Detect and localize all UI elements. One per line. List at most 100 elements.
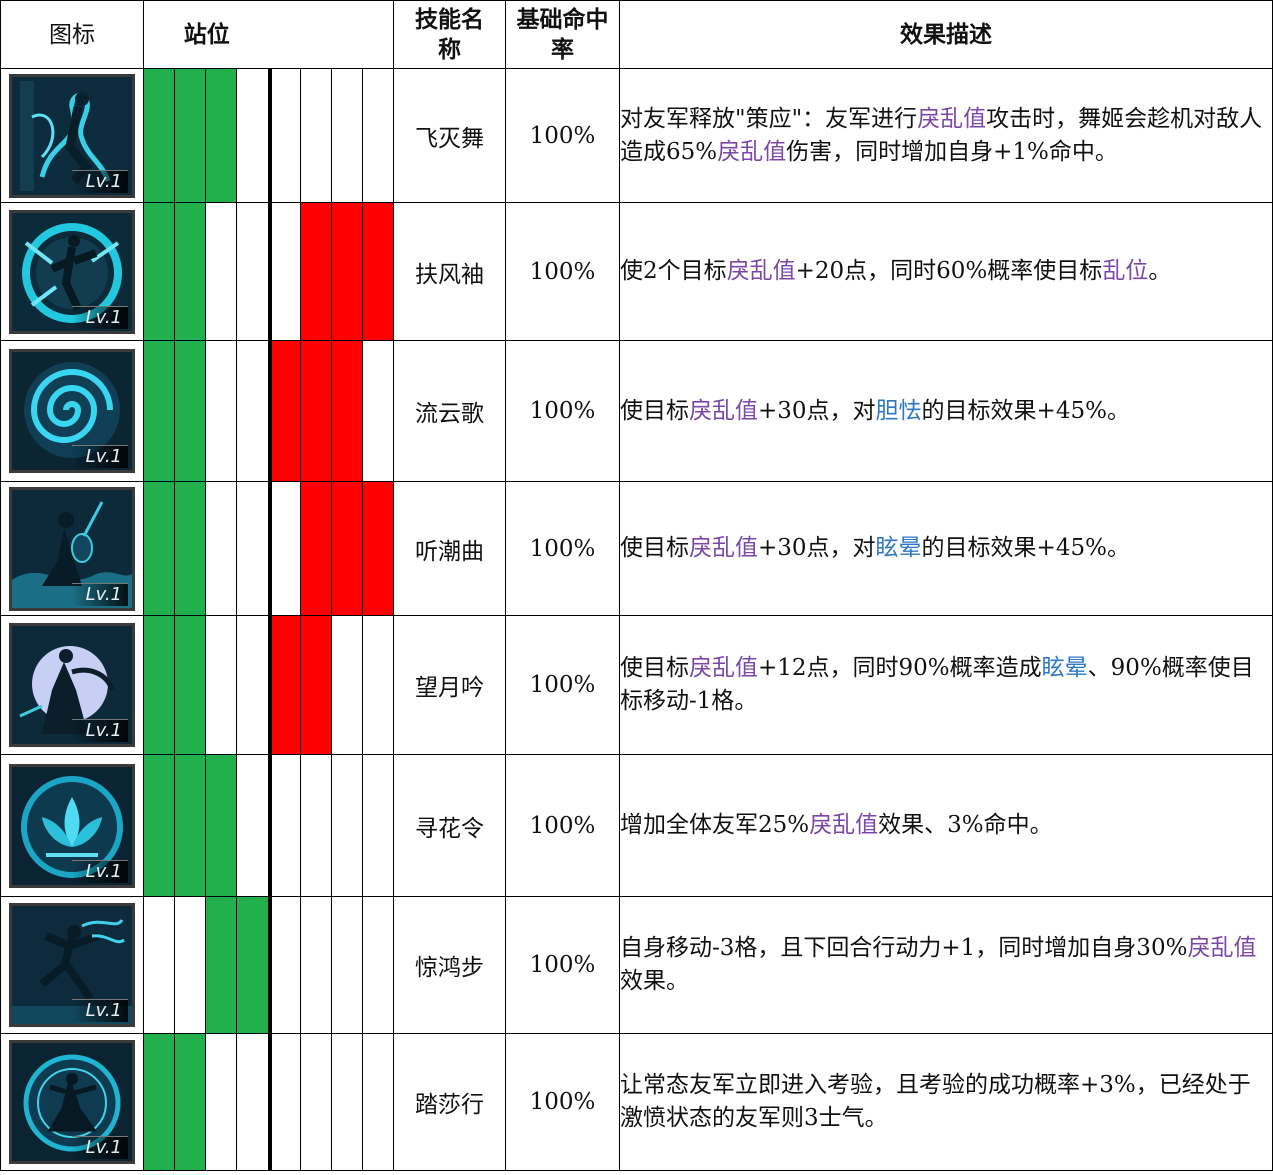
base-hit-rate: 100% xyxy=(505,615,620,755)
target-position-2 xyxy=(300,1033,332,1171)
description-text: 使2个目标 xyxy=(620,258,727,284)
level-badge: Lv.1 xyxy=(71,445,128,468)
own-position-3 xyxy=(205,68,237,203)
header-position: 站位 xyxy=(143,0,270,69)
own-position-4 xyxy=(236,340,272,482)
target-position-3 xyxy=(331,615,363,755)
status-keyword: 眩晕 xyxy=(1041,655,1088,681)
own-position-1 xyxy=(143,1033,175,1171)
target-position-2 xyxy=(300,896,332,1034)
description-text: 的目标效果+45%。 xyxy=(921,535,1130,561)
effect-description: 使2个目标戾乱值+20点，同时60%概率使目标乱位。 xyxy=(619,202,1273,341)
leaping-dancer-icon: Lv.1 xyxy=(9,903,135,1027)
status-keyword: 戾乱值 xyxy=(726,258,796,284)
own-position-4 xyxy=(236,615,272,755)
target-position-4 xyxy=(362,1033,394,1171)
base-hit-rate: 100% xyxy=(505,202,620,341)
target-position-4 xyxy=(362,754,394,897)
base-hit-rate: 100% xyxy=(505,68,620,203)
description-text: 增加全体友军25% xyxy=(620,812,810,838)
own-position-1 xyxy=(143,481,175,616)
own-position-2 xyxy=(174,896,206,1034)
circle-dancer-icon: Lv.1 xyxy=(9,1040,135,1164)
own-position-4 xyxy=(236,896,272,1034)
skill-name: 流云歌 xyxy=(393,340,506,482)
target-position-3 xyxy=(331,1033,363,1171)
skill-name: 听潮曲 xyxy=(393,481,506,616)
skill-name: 寻花令 xyxy=(393,754,506,897)
description-text: 使目标 xyxy=(620,655,689,681)
own-position-4 xyxy=(236,202,272,341)
status-keyword: 戾乱值 xyxy=(809,812,879,838)
effect-description: 让常态友军立即进入考验，且考验的成功概率+3%，已经处于激愤状态的友军则3士气。 xyxy=(619,1033,1273,1171)
skill-name: 望月吟 xyxy=(393,615,506,755)
own-position-2 xyxy=(174,615,206,755)
level-badge: Lv.1 xyxy=(71,582,128,606)
status-keyword: 乱位 xyxy=(1102,258,1149,284)
base-hit-rate: 100% xyxy=(505,896,620,1034)
skill-icon-cell: Lv.1 xyxy=(0,754,144,897)
skill-icon-cell: Lv.1 xyxy=(0,615,144,755)
header-icon: 图标 xyxy=(0,0,144,69)
target-position-3 xyxy=(331,340,363,482)
base-hit-rate: 100% xyxy=(505,754,620,897)
effect-description: 使目标戾乱值+30点，对胆怯的目标效果+45%。 xyxy=(619,340,1273,482)
target-position-4 xyxy=(362,202,394,341)
level-badge: Lv.1 xyxy=(71,169,128,193)
skill-name: 踏莎行 xyxy=(393,1033,506,1171)
description-text: 。 xyxy=(1148,258,1172,284)
target-position-2 xyxy=(300,481,332,616)
own-position-4 xyxy=(236,68,272,203)
skill-name: 飞灭舞 xyxy=(393,68,506,203)
description-text: 对友军释放"策应"：友军进行 xyxy=(620,105,918,132)
skill-name: 惊鸿步 xyxy=(393,896,506,1034)
base-hit-rate: 100% xyxy=(505,1033,620,1171)
target-position-1 xyxy=(269,1033,301,1171)
effect-description: 自身移动-3格，且下回合行动力+1，同时增加自身30%戾乱值效果。 xyxy=(619,896,1273,1034)
dancer-ribbon-icon: Lv.1 xyxy=(9,73,135,198)
description-text: 让常态友军立即进入考验，且考验的成功概率+3%，已经处于激愤状态的友军则3士气。 xyxy=(620,1072,1251,1131)
target-position-3 xyxy=(331,68,363,203)
target-position-2 xyxy=(300,202,332,341)
skill-icon-cell: Lv.1 xyxy=(0,68,144,203)
lute-player-icon: Lv.1 xyxy=(9,486,135,611)
target-position-1 xyxy=(269,615,301,755)
header-base-hit: 基础命中率 xyxy=(505,0,620,69)
own-position-1 xyxy=(143,68,175,203)
effect-description: 使目标戾乱值+30点，对眩晕的目标效果+45%。 xyxy=(619,481,1273,616)
skill-row: Lv.1 飞灭舞 100% 对友军释放"策应"：友军进行戾乱值攻击时，舞姬会趁机对敌人… xyxy=(0,68,1273,203)
own-position-2 xyxy=(174,754,206,897)
own-position-2 xyxy=(174,340,206,482)
description-text: 效果。 xyxy=(620,968,689,994)
description-text: 使目标 xyxy=(620,397,689,424)
target-position-2 xyxy=(300,615,332,755)
header-row: 图标 站位 技能名称 基础命中率 效果描述 xyxy=(0,0,1273,69)
status-keyword: 戾乱值 xyxy=(917,105,987,132)
own-position-3 xyxy=(205,754,237,897)
description-text: 自身移动-3格，且下回合行动力+1，同时增加自身30% xyxy=(620,935,1188,961)
skill-row: Lv.1 望月吟 100% 使目标戾乱值+12点，同时90%概率造成眩晕、90%概率使… xyxy=(0,615,1273,755)
effect-description: 对友军释放"策应"：友军进行戾乱值攻击时，舞姬会趁机对敌人造成65%戾乱值伤害，… xyxy=(619,68,1273,203)
own-position-2 xyxy=(174,68,206,203)
target-position-2 xyxy=(300,340,332,482)
own-position-1 xyxy=(143,340,175,482)
header-effect: 效果描述 xyxy=(619,0,1273,69)
target-position-4 xyxy=(362,481,394,616)
status-keyword: 眩晕 xyxy=(875,535,922,561)
target-position-4 xyxy=(362,896,394,1034)
status-keyword: 戾乱值 xyxy=(689,397,758,424)
status-keyword: 戾乱值 xyxy=(1187,935,1257,961)
status-keyword: 戾乱值 xyxy=(689,535,758,561)
target-position-1 xyxy=(269,202,301,341)
own-position-1 xyxy=(143,615,175,755)
target-position-4 xyxy=(362,340,394,482)
description-text: +12点，同时90%概率造成 xyxy=(758,655,1042,681)
skill-icon-cell: Lv.1 xyxy=(0,340,144,482)
base-hit-rate: 100% xyxy=(505,481,620,616)
base-hit-rate: 100% xyxy=(505,340,620,482)
own-position-1 xyxy=(143,202,175,341)
own-position-3 xyxy=(205,1033,237,1171)
own-position-2 xyxy=(174,1033,206,1171)
target-position-1 xyxy=(269,340,301,482)
header-position-target xyxy=(269,0,394,69)
